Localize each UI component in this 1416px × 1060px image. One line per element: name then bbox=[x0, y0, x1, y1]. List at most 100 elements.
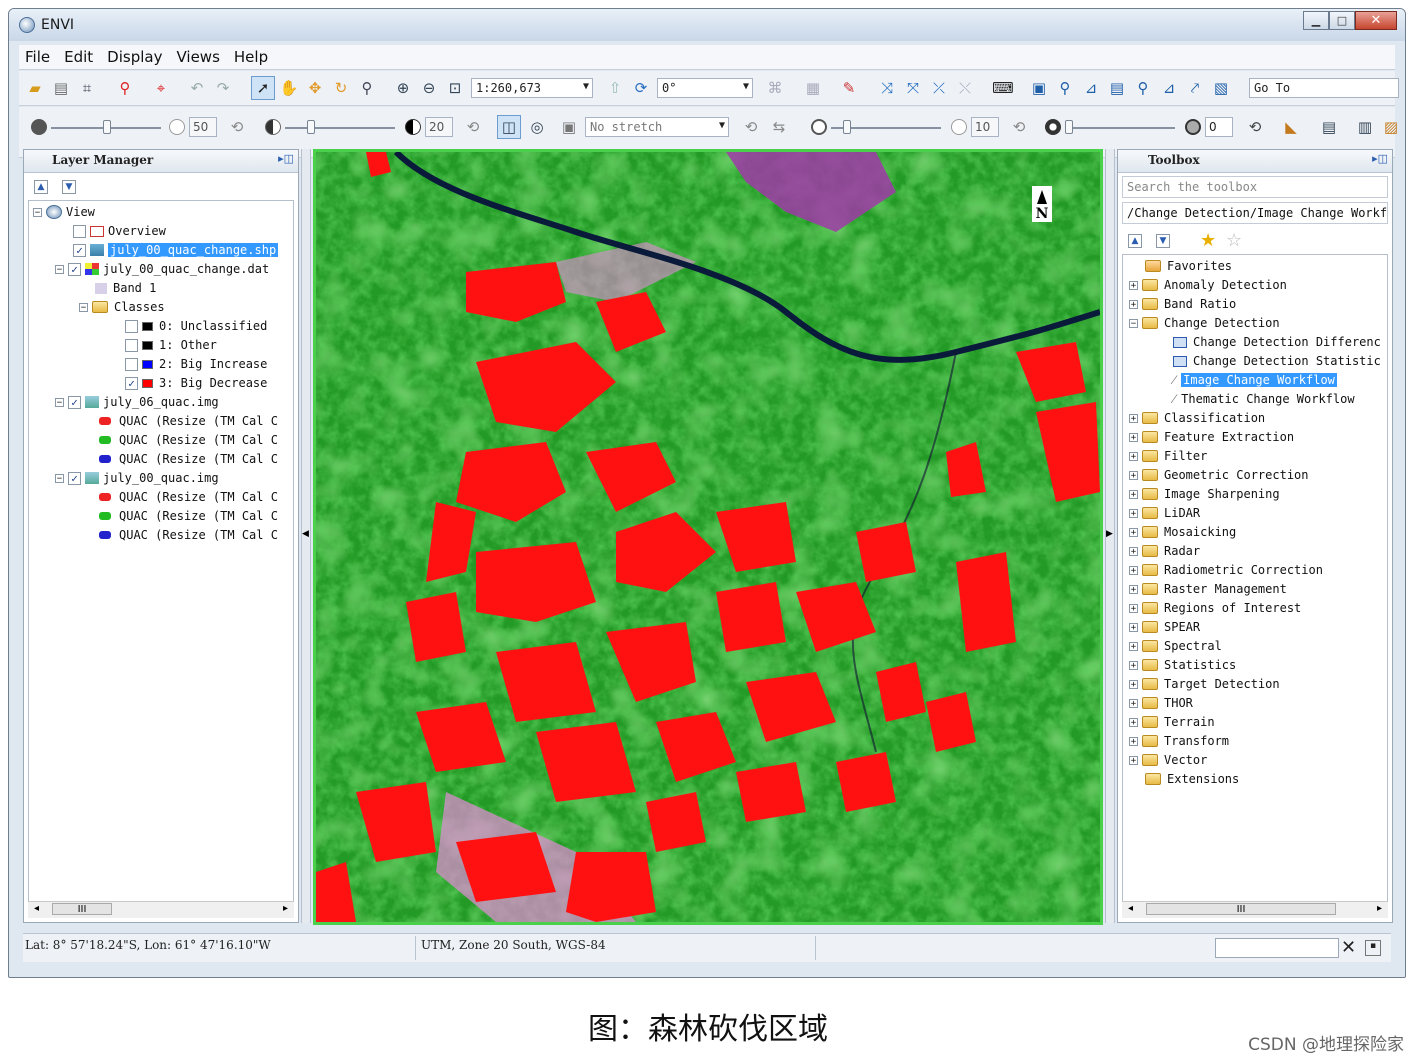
maximize-button[interactable]: □ bbox=[1329, 11, 1355, 30]
right-splitter[interactable]: ▶ bbox=[1105, 149, 1115, 923]
tree-band-blue[interactable]: QUAC (Resize (TM Cal C bbox=[99, 450, 278, 468]
tree-view[interactable]: − View bbox=[33, 203, 95, 221]
transparency-value[interactable]: 0 bbox=[1205, 117, 1233, 137]
add-favorite-icon[interactable]: ★ bbox=[1200, 230, 1216, 251]
tree-class-2[interactable]: 2: Big Increase bbox=[125, 355, 267, 373]
tool-anomaly-detection[interactable]: + Anomaly Detection bbox=[1129, 276, 1287, 294]
tree-band-blue[interactable]: QUAC (Resize (TM Cal C bbox=[99, 526, 278, 544]
open-file-icon[interactable]: ▰ bbox=[25, 78, 45, 98]
north-up-icon[interactable]: ⇧ bbox=[605, 78, 625, 98]
reset-stretch-icon[interactable]: ⟲ bbox=[741, 117, 761, 137]
chip-display-icon[interactable]: ◣ bbox=[1281, 117, 1301, 137]
scroll-thumb[interactable]: III bbox=[52, 903, 112, 915]
remove-favorite-icon[interactable]: ☆ bbox=[1226, 230, 1242, 251]
stretch-icon[interactable]: ▣ bbox=[559, 117, 579, 137]
screen-capture-icon[interactable]: ▨ bbox=[1381, 117, 1401, 137]
tool-radiometric-correction[interactable]: + Radiometric Correction bbox=[1129, 561, 1323, 579]
close-button[interactable]: ✕ bbox=[1355, 11, 1397, 30]
tool-image-change-workflow[interactable]: ⁄ Image Change Workflow bbox=[1173, 371, 1337, 389]
menu-views[interactable]: Views bbox=[176, 48, 219, 66]
scroll-left-icon[interactable]: ◂ bbox=[34, 903, 39, 914]
expand-all-icon[interactable]: ▼ bbox=[1156, 234, 1170, 248]
tree-band-red[interactable]: QUAC (Resize (TM Cal C bbox=[99, 488, 278, 506]
tool-change-detection-statistics[interactable]: Change Detection Statistic bbox=[1173, 352, 1381, 370]
tool-raster-management[interactable]: + Raster Management bbox=[1129, 580, 1287, 598]
left-splitter[interactable]: ◀ bbox=[301, 149, 311, 923]
brightness-value[interactable]: 50 bbox=[189, 117, 217, 137]
vector-create-icon[interactable]: ⤨ bbox=[877, 78, 897, 98]
dock-icon[interactable]: ▸◫ bbox=[1372, 152, 1388, 165]
menu-file[interactable]: File bbox=[25, 48, 50, 66]
rotate-icon[interactable]: ↻ bbox=[331, 78, 351, 98]
tree-classes[interactable]: − Classes bbox=[79, 298, 165, 316]
tool-lidar[interactable]: + LiDAR bbox=[1129, 504, 1200, 522]
tool-mosaicking[interactable]: + Mosaicking bbox=[1129, 523, 1236, 541]
scroll-right-icon[interactable]: ▸ bbox=[283, 903, 288, 914]
tool-radar[interactable]: + Radar bbox=[1129, 542, 1200, 560]
process-manager-icon[interactable]: ▪ bbox=[1365, 940, 1381, 956]
menu-display[interactable]: Display bbox=[107, 48, 162, 66]
brightness-thumb[interactable] bbox=[103, 120, 111, 134]
tree-band-green[interactable]: QUAC (Resize (TM Cal C bbox=[99, 431, 278, 449]
tool-geometric-correction[interactable]: + Geometric Correction bbox=[1129, 466, 1309, 484]
redo-icon[interactable]: ↷ bbox=[213, 78, 233, 98]
stretch-types-icon[interactable]: ◫ bbox=[497, 115, 521, 139]
tree-band1[interactable]: Band 1 bbox=[95, 279, 156, 297]
goto-field[interactable]: Go To bbox=[1249, 78, 1399, 98]
contrast-value[interactable]: 20 bbox=[425, 117, 453, 137]
tool-vector[interactable]: + Vector bbox=[1129, 751, 1207, 769]
roi-icon[interactable]: ▣ bbox=[1029, 78, 1049, 98]
export-icon[interactable]: ▧ bbox=[1211, 78, 1231, 98]
scroll-thumb[interactable]: III bbox=[1146, 903, 1336, 915]
transparency-slider[interactable] bbox=[1065, 127, 1175, 129]
spectral-profile-icon[interactable]: ⚲ bbox=[1133, 78, 1153, 98]
expand-all-icon[interactable]: ▼ bbox=[62, 180, 76, 194]
forest-image[interactable]: N bbox=[316, 152, 1100, 922]
reset-brightness-icon[interactable]: ⟲ bbox=[227, 117, 247, 137]
collapse-all-icon[interactable]: ▲ bbox=[34, 180, 48, 194]
tree-class-0[interactable]: 0: Unclassified bbox=[125, 317, 267, 335]
tool-transform[interactable]: + Transform bbox=[1129, 732, 1229, 750]
keyboard-icon[interactable]: ⌨ bbox=[992, 78, 1014, 98]
print-icon[interactable]: ▤ bbox=[1319, 117, 1339, 137]
tree-july00-layer[interactable]: − ✓ july_00_quac.img bbox=[55, 469, 219, 487]
menu-help[interactable]: Help bbox=[234, 48, 268, 66]
tool-filter[interactable]: + Filter bbox=[1129, 447, 1207, 465]
join-icon[interactable]: ⤬ bbox=[955, 78, 975, 98]
contrast-slider[interactable] bbox=[285, 127, 395, 129]
sharpen-value[interactable]: 10 bbox=[971, 117, 999, 137]
tree-class-3[interactable]: ✓ 3: Big Decrease bbox=[125, 374, 267, 392]
refresh-icon[interactable]: ⇆ bbox=[769, 117, 789, 137]
portal-icon[interactable]: ▦ bbox=[803, 78, 823, 98]
layer-hscrollbar[interactable]: ◂ III ▸ bbox=[28, 901, 294, 918]
rotate-view-icon[interactable]: ⟳ bbox=[631, 78, 651, 98]
zoom-tool-icon[interactable]: ⚲ bbox=[357, 78, 377, 98]
profile-icon[interactable]: ⊿ bbox=[1159, 78, 1179, 98]
crosshair-icon[interactable]: ⌖ bbox=[151, 78, 171, 98]
fly-icon[interactable]: ✥ bbox=[305, 78, 325, 98]
rotation-combo[interactable]: 0° ▼ bbox=[657, 78, 753, 98]
zoom-out-icon[interactable]: ⊖ bbox=[419, 78, 439, 98]
export-view-icon[interactable]: ▥ bbox=[1355, 117, 1375, 137]
arbitrary-profile-icon[interactable]: ⤤ bbox=[1185, 78, 1205, 98]
data-manager-icon[interactable]: ▤ bbox=[51, 78, 71, 98]
scroll-left-icon[interactable]: ◂ bbox=[1128, 903, 1133, 914]
tree-shp-layer[interactable]: ✓ july_00_quac_change.shp bbox=[73, 241, 279, 259]
measure-icon[interactable]: ⊿ bbox=[1081, 78, 1101, 98]
image-view[interactable]: N bbox=[313, 149, 1103, 925]
tree-july06-layer[interactable]: − ✓ july_06_quac.img bbox=[55, 393, 219, 411]
toolbox-hscrollbar[interactable]: ◂ III ▸ bbox=[1122, 901, 1388, 918]
sharpen-thumb[interactable] bbox=[843, 120, 851, 134]
tool-favorites[interactable]: Favorites bbox=[1145, 257, 1232, 275]
tool-band-ratio[interactable]: + Band Ratio bbox=[1129, 295, 1236, 313]
tool-change-detection-difference[interactable]: Change Detection Differenc bbox=[1173, 333, 1381, 351]
collapse-right-icon[interactable]: ▶ bbox=[1106, 529, 1113, 539]
reset-sharpen-icon[interactable]: ⟲ bbox=[1009, 117, 1029, 137]
collapse-left-icon[interactable]: ◀ bbox=[302, 529, 309, 539]
histogram-icon[interactable]: ◎ bbox=[527, 117, 547, 137]
tool-thor[interactable]: + THOR bbox=[1129, 694, 1193, 712]
chip-icon[interactable]: ⌗ bbox=[77, 78, 97, 98]
pan-icon[interactable]: ✋ bbox=[279, 78, 299, 98]
zoom-in-icon[interactable]: ⊕ bbox=[393, 78, 413, 98]
reset-contrast-icon[interactable]: ⟲ bbox=[463, 117, 483, 137]
